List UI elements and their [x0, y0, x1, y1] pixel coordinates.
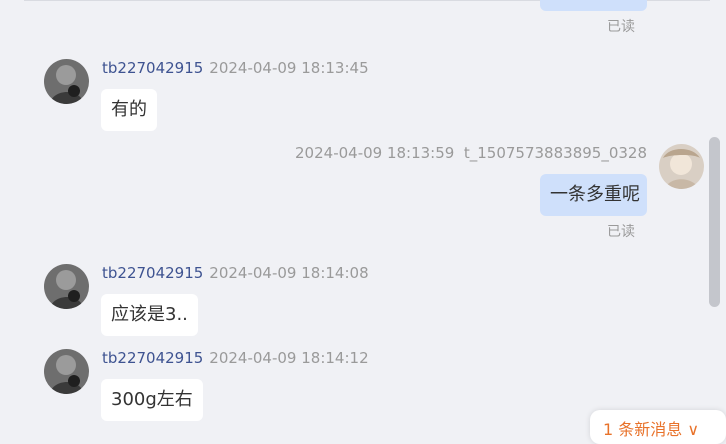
previous-message-bubble[interactable]: [540, 0, 647, 11]
scrollbar-thumb[interactable]: [709, 137, 720, 307]
new-message-notice[interactable]: 1 条新消息 ∨: [590, 410, 726, 444]
message-header: tb227042915 2024-04-09 18:13:45: [102, 59, 369, 77]
timestamp: 2024-04-09 18:13:45: [209, 59, 369, 77]
avatar[interactable]: [44, 349, 89, 394]
avatar[interactable]: [44, 59, 89, 104]
message-header: tb227042915 2024-04-09 18:14:12: [102, 349, 369, 367]
timestamp: 2024-04-09 18:14:12: [209, 349, 369, 367]
sender-name: t_1507573883895_0328: [463, 144, 647, 162]
new-message-label: 1 条新消息: [603, 420, 683, 439]
message-header: 2024-04-09 18:13:59 t_1507573883895_0328: [295, 144, 647, 162]
message-bubble[interactable]: 300g左右: [101, 379, 203, 421]
timestamp: 2024-04-09 18:14:08: [209, 264, 369, 282]
message-bubble[interactable]: 应该是3..: [101, 294, 198, 336]
avatar[interactable]: [659, 144, 704, 189]
sender-name[interactable]: tb227042915: [102, 349, 203, 367]
message-header: tb227042915 2024-04-09 18:14:08: [102, 264, 369, 282]
message-bubble[interactable]: 一条多重呢: [540, 174, 647, 216]
sender-name[interactable]: tb227042915: [102, 264, 203, 282]
chevron-down-icon: ∨: [687, 420, 700, 439]
message-bubble[interactable]: 有的: [101, 89, 157, 131]
read-receipt: 已读: [607, 19, 635, 35]
avatar[interactable]: [44, 264, 89, 309]
sender-name[interactable]: tb227042915: [102, 59, 203, 77]
timestamp: 2024-04-09 18:13:59: [295, 144, 455, 162]
read-receipt: 已读: [607, 224, 635, 240]
